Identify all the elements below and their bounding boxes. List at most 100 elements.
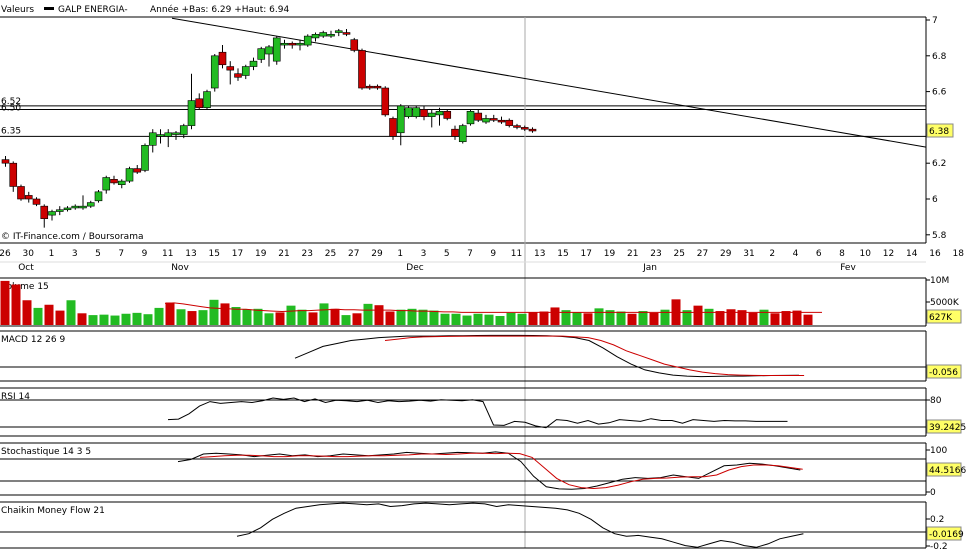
stochastic-panel: Stochastique 14 3 510050044.5166 [0,443,966,498]
candle-body [343,33,350,35]
volume-bar [133,313,142,325]
candle-body [180,126,187,135]
candle-body [304,36,311,45]
candle-body [436,111,443,115]
candle-body [165,133,172,137]
panel-tick-label: -0.2 [930,542,948,552]
candle-body [289,43,296,45]
candle-body [320,33,327,37]
candle-body [459,126,466,142]
x-tick-label: 2 [769,249,775,259]
x-tick-label: 27 [348,249,359,259]
volume-bar [771,313,780,325]
x-tick-label: 17 [581,249,592,259]
volume-bar [474,314,483,325]
volume-bar [287,306,296,325]
panel-title: MACD 12 26 9 [1,335,65,345]
candle-body [483,118,490,122]
candle-body [227,67,234,71]
candle-body [390,118,397,136]
volume-bar [804,315,813,325]
candle-body [49,212,56,216]
volume-bar [243,309,252,325]
x-tick-label: 17 [232,249,243,259]
volume-bar [529,312,538,325]
candle-body [18,186,25,199]
volume-bar [419,310,428,325]
volume-bar [23,300,32,325]
x-tick-label: 7 [118,249,124,259]
volume-bar [452,314,461,325]
candle-body [266,47,273,54]
volume-bar [430,311,439,325]
candle-body [173,133,180,135]
macd-signal-line [385,336,804,375]
volume-bar [265,313,274,325]
volume-bar [496,316,505,325]
volume-bar [67,300,76,325]
candle-body [103,178,110,191]
candle-body [157,135,164,137]
volume-bar [540,312,549,326]
volume-bar [166,303,175,326]
x-tick-label: 23 [302,249,313,259]
price-y-label: 6.8 [932,52,947,62]
volume-bar [375,305,384,325]
candle-body [126,169,133,182]
price-y-label: 6.6 [932,88,947,98]
volume-bar [309,312,318,325]
volume-average-line [165,303,822,313]
volume-bar [441,314,450,325]
chart-svg: Valeurs GALP ENERGIA- Année +Bas: 6.29 +… [0,0,976,553]
price-y-label: 6 [932,195,938,205]
volume-bar [639,311,648,325]
volume-bar [45,305,54,325]
volume-bar [56,311,65,325]
macd-line [295,335,799,376]
month-label: Oct [18,263,34,273]
x-axis: 2630135791113151719212325272913579111315… [0,249,976,273]
candle-body [273,38,280,61]
x-tick-label: 19 [255,249,267,259]
price-y-label: 6.2 [932,159,946,169]
volume-bar [78,313,87,325]
panel-tick-label: 0.2 [930,515,944,525]
x-tick-label: 9 [490,249,496,259]
volume-bar [705,309,714,325]
volume-bar [584,313,593,325]
panel-tick-label: 10M [930,276,949,286]
x-tick-label: 29 [720,249,732,259]
rsi-line [168,398,788,428]
volume-bar [617,312,626,326]
panel-tick-label: 5000K [930,298,960,308]
candle-body [452,129,459,136]
stoch-d-line [200,453,803,488]
x-tick-label: 16 [929,249,941,259]
x-tick-label: 13 [534,249,545,259]
candle-body [529,129,536,131]
candle-body [413,108,420,117]
volume-bar [650,313,659,325]
volume-bar [595,308,604,325]
level-label: 6.35 [1,126,21,136]
stoch-k-line [178,452,800,489]
panel-badge-value: 627K [929,313,953,323]
x-tick-label: 15 [209,249,220,259]
month-label: Dec [406,263,423,273]
x-tick-label: 30 [23,249,35,259]
candle-body [118,181,125,185]
volume-bar [694,306,703,325]
rsi-panel: RSI 14802039.2425 [0,388,966,436]
volume-bar [507,313,516,325]
month-label: Jan [642,263,657,273]
volume-bar [485,315,494,325]
last-price-value: 6.38 [929,127,949,137]
candle-body [2,160,9,164]
x-tick-label: 29 [371,249,383,259]
candle-body [475,113,482,120]
volume-bar [298,310,307,325]
volume-bar [89,315,98,325]
x-tick-label: 5 [444,249,450,259]
volume-bar [727,309,736,325]
panel-badge-value: 44.5166 [929,466,966,476]
